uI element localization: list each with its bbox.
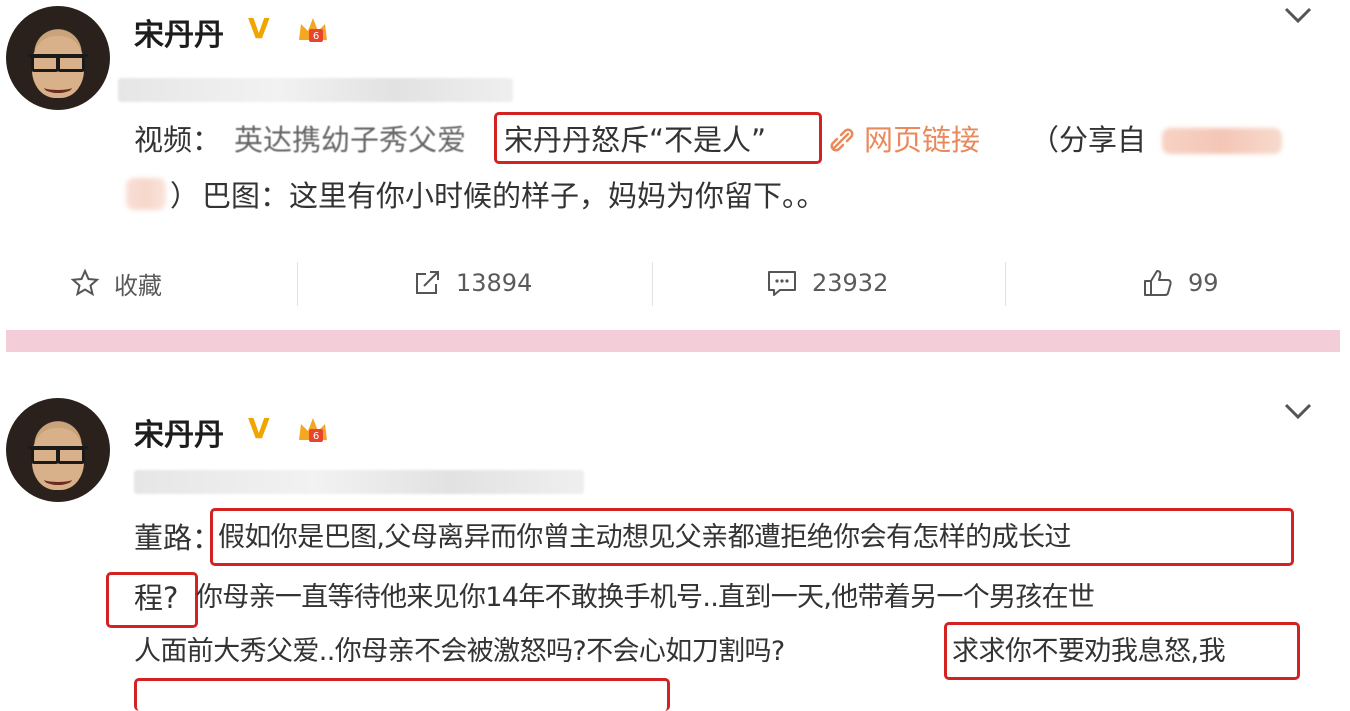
post-separator xyxy=(6,330,1340,352)
star-icon xyxy=(70,268,100,297)
action-bar: 收藏 13894 23932 99 xyxy=(0,258,1350,308)
post-text-line2-highlight: 程? xyxy=(134,581,179,615)
share-prefix: （分享自 xyxy=(1030,123,1147,157)
like-button[interactable]: 99 xyxy=(1142,258,1219,308)
chevron-down-icon[interactable] xyxy=(1283,6,1313,24)
weibo-post-1: 宋丹丹 V 6 视频： 英达携幼子秀父爱 宋丹丹怒斥“不是人” 网页链接 （分享… xyxy=(0,0,1350,330)
share-source-blurred-2 xyxy=(126,178,166,210)
link-icon xyxy=(830,128,854,152)
repost-count: 13894 xyxy=(456,269,533,297)
svg-text:6: 6 xyxy=(313,31,319,42)
like-count: 99 xyxy=(1188,269,1219,297)
divider xyxy=(297,262,298,306)
chevron-down-icon[interactable] xyxy=(1283,402,1313,420)
like-icon xyxy=(1144,270,1172,296)
blurred-meta xyxy=(118,78,513,102)
divider xyxy=(652,262,653,306)
favorite-label: 收藏 xyxy=(114,271,162,300)
comment-icon xyxy=(768,271,796,296)
username[interactable]: 宋丹丹 xyxy=(134,10,224,54)
avatar[interactable] xyxy=(6,398,110,502)
post-text-line3: 人面前大秀父爱..你母亲不会被激怒吗?不会心如刀割吗? xyxy=(134,636,785,667)
blurred-meta xyxy=(134,470,584,494)
repost-icon xyxy=(416,271,439,294)
comment-button[interactable]: 23932 xyxy=(766,258,888,308)
post-text-line2: 巴图：这里有你小时候的样子，妈妈为你留下。。 xyxy=(202,179,826,213)
share-close: ） xyxy=(170,179,200,213)
favorite-button[interactable]: 收藏 xyxy=(70,258,162,308)
web-link[interactable]: 网页链接 xyxy=(864,126,980,155)
weibo-post-2: 宋丹丹 V 6 董路： 假如你是巴图,父母离异而你曾主动想见父亲都遭拒绝你会有怎… xyxy=(0,352,1350,711)
verified-badge: V xyxy=(248,12,270,45)
repost-button[interactable]: 13894 xyxy=(412,258,532,308)
crown-badge-icon: 6 xyxy=(299,418,327,442)
video-title-blurred: 英达携幼子秀父爱 xyxy=(234,123,467,157)
post-text-line3-highlight: 求求你不要劝我息怒,我 xyxy=(952,636,1226,667)
post-text-line1: 假如你是巴图,父母离异而你曾主动想见父亲都遭拒绝你会有怎样的成长过 xyxy=(218,522,1071,553)
highlighted-quote: 宋丹丹怒斥“不是人” xyxy=(504,123,767,157)
username[interactable]: 宋丹丹 xyxy=(134,410,224,454)
verified-badge: V xyxy=(248,412,270,445)
post-text-line2: 你母亲一直等待他来见你14年不敢换手机号..直到一天,他带着另一个男孩在世 xyxy=(196,582,1095,613)
post-text-prefix: 董路： xyxy=(134,521,222,555)
comment-count: 23932 xyxy=(812,269,889,297)
post-text-prefix: 视频： xyxy=(134,123,222,157)
svg-text:6: 6 xyxy=(313,431,319,442)
share-source-blurred xyxy=(1162,128,1282,154)
crown-badge-icon: 6 xyxy=(299,18,327,42)
highlight-box xyxy=(134,678,670,711)
divider xyxy=(1005,262,1006,306)
avatar[interactable] xyxy=(6,6,110,110)
